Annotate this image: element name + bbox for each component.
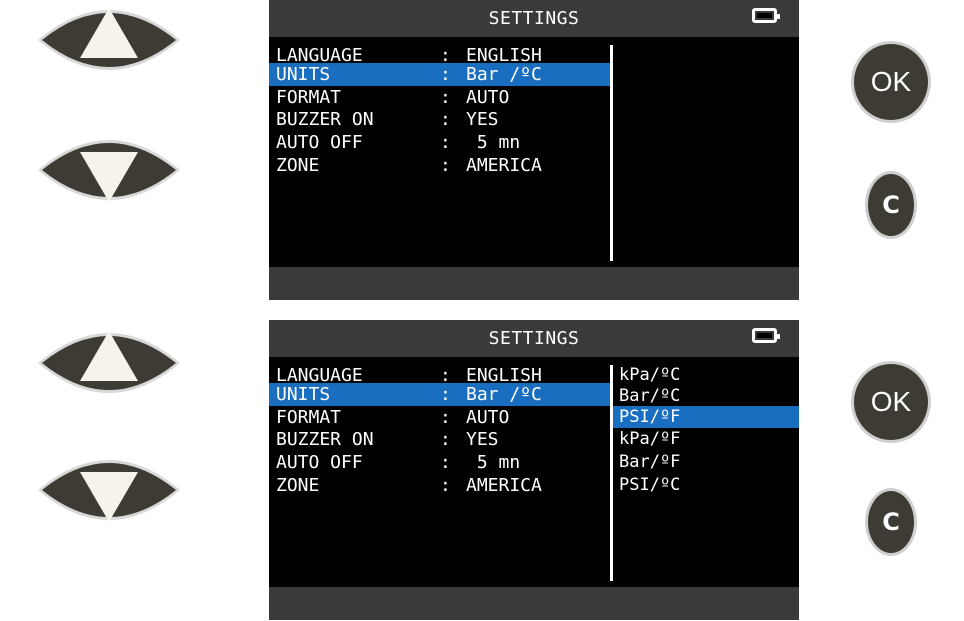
clear-label: C <box>882 508 900 536</box>
setting-row-units[interactable]: UNITS : Bar /ºC <box>269 383 611 406</box>
setting-value: 5 mn <box>466 132 521 153</box>
unit-option-bar-f[interactable]: Bar/ºF <box>613 451 799 473</box>
setting-label: BUZZER ON <box>276 429 374 450</box>
setting-label: ZONE <box>276 475 320 496</box>
setting-separator: : <box>440 155 451 176</box>
screen-title: SETTINGS <box>488 8 580 29</box>
setting-row-auto-off[interactable]: AUTO OFF : 5 mn <box>269 131 611 154</box>
setting-separator: : <box>440 64 451 85</box>
settings-screen-bottom: SETTINGS LANGUAGE : ENGLISH UNITS : Bar … <box>269 320 799 620</box>
unit-option-kpa-f[interactable]: kPa/ºF <box>613 428 799 450</box>
setting-value: YES <box>466 429 499 450</box>
setting-separator: : <box>440 384 451 405</box>
setting-value: AMERICA <box>466 155 542 176</box>
title-bar: SETTINGS <box>269 320 799 357</box>
down-arrow-icon <box>38 140 180 202</box>
setting-label: AUTO OFF <box>276 452 363 473</box>
ok-button-bottom[interactable]: OK <box>850 360 932 444</box>
unit-option-label: Bar/ºF <box>619 452 681 472</box>
setting-label: BUZZER ON <box>276 109 374 130</box>
unit-option-label: Bar/ºC <box>619 386 681 406</box>
up-arrow-button-top[interactable] <box>34 0 184 80</box>
setting-row-format[interactable]: FORMAT : AUTO <box>269 86 611 109</box>
unit-option-kpa-c[interactable]: kPa/ºC <box>613 364 799 386</box>
unit-option-bar-c[interactable]: Bar/ºC <box>613 385 799 407</box>
battery-icon <box>752 8 780 23</box>
setting-value: AMERICA <box>466 475 542 496</box>
setting-label: UNITS <box>276 64 331 85</box>
setting-separator: : <box>440 407 451 428</box>
unit-option-label: PSI/ºC <box>619 475 681 495</box>
setting-separator: : <box>440 132 451 153</box>
column-divider <box>610 45 613 261</box>
setting-separator: : <box>440 109 451 130</box>
unit-option-psi-f[interactable]: PSI/ºF <box>613 406 799 428</box>
clear-button-top[interactable]: C <box>864 170 918 240</box>
screen-title: SETTINGS <box>488 328 580 349</box>
up-arrow-button-bottom[interactable] <box>34 323 184 403</box>
bottom-bar <box>269 267 799 300</box>
up-arrow-icon <box>38 8 180 70</box>
setting-separator: : <box>440 429 451 450</box>
battery-icon <box>752 328 780 343</box>
setting-row-zone[interactable]: ZONE : AMERICA <box>269 154 611 177</box>
setting-value: Bar /ºC <box>466 64 542 85</box>
setting-label: FORMAT <box>276 407 342 428</box>
setting-row-auto-off[interactable]: AUTO OFF : 5 mn <box>269 451 611 474</box>
setting-label: AUTO OFF <box>276 132 363 153</box>
ok-button-top[interactable]: OK <box>850 40 932 124</box>
unit-option-label: kPa/ºC <box>619 365 681 385</box>
setting-row-units[interactable]: UNITS : Bar /ºC <box>269 63 611 86</box>
setting-separator: : <box>440 452 451 473</box>
setting-value: YES <box>466 109 499 130</box>
unit-option-label: PSI/ºF <box>619 407 681 427</box>
setting-value: AUTO <box>466 87 510 108</box>
setting-separator: : <box>440 87 451 108</box>
setting-separator: : <box>440 475 451 496</box>
unit-option-label: kPa/ºF <box>619 429 681 449</box>
up-arrow-icon <box>38 331 180 393</box>
setting-row-buzzer[interactable]: BUZZER ON : YES <box>269 428 611 451</box>
ok-label: OK <box>870 386 912 417</box>
down-arrow-button-top[interactable] <box>34 130 184 210</box>
setting-value: Bar /ºC <box>466 384 542 405</box>
setting-label: ZONE <box>276 155 320 176</box>
setting-row-buzzer[interactable]: BUZZER ON : YES <box>269 108 611 131</box>
ok-label: OK <box>870 66 912 97</box>
setting-row-format[interactable]: FORMAT : AUTO <box>269 406 611 429</box>
setting-label: UNITS <box>276 384 331 405</box>
settings-screen-top: SETTINGS LANGUAGE : ENGLISH UNITS : Bar … <box>269 0 799 300</box>
down-arrow-button-bottom[interactable] <box>34 450 184 530</box>
unit-option-psi-c[interactable]: PSI/ºC <box>613 474 799 496</box>
setting-label: FORMAT <box>276 87 342 108</box>
setting-value: 5 mn <box>466 452 521 473</box>
down-arrow-icon <box>38 460 180 522</box>
bottom-bar <box>269 587 799 620</box>
title-bar: SETTINGS <box>269 0 799 37</box>
clear-button-bottom[interactable]: C <box>864 487 918 557</box>
setting-row-zone[interactable]: ZONE : AMERICA <box>269 474 611 497</box>
clear-label: C <box>882 191 900 219</box>
setting-value: AUTO <box>466 407 510 428</box>
